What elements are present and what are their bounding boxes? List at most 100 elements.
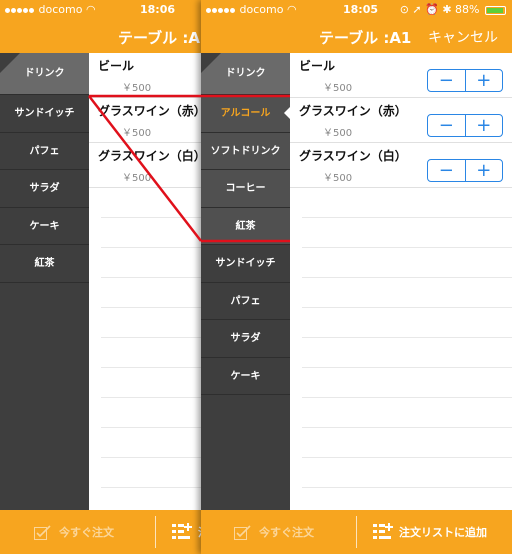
empty-row — [101, 278, 201, 308]
empty-row — [101, 428, 201, 458]
empty-row — [302, 308, 512, 338]
sidebar-item-cake[interactable]: ケーキ — [201, 358, 290, 395]
order-now-button[interactable]: 今すぐ注文 — [34, 510, 114, 554]
empty-row — [101, 458, 201, 488]
cancel-button[interactable]: キャンセル — [428, 27, 498, 47]
increment-button[interactable]: + — [466, 160, 503, 181]
status-bar: docomo ◠ 18:05 ⊙ ➚ ⏰ ✱ 88% — [201, 0, 512, 20]
sidebar-item-drink[interactable]: ドリンク — [0, 53, 89, 95]
nav-bar: テーブル :A1 — [0, 20, 201, 53]
list-item[interactable]: ビール ￥500 − + — [290, 53, 512, 98]
sidebar-item-label: ドリンク — [225, 68, 266, 79]
list-item[interactable]: グラスワイン（白） ￥500 − + — [290, 143, 512, 188]
left-screen: docomo ◠ 18:06 テーブル :A1 ドリンク サンドイッチ パフェ … — [0, 0, 201, 554]
checkbox-icon — [234, 524, 251, 540]
toolbar-divider — [155, 516, 156, 548]
carrier: docomo ◠ — [5, 3, 96, 16]
sidebar-item-label: パフェ — [29, 145, 60, 157]
increment-button[interactable]: + — [466, 115, 503, 136]
empty-row — [302, 248, 512, 278]
menu-item-list: ビール ￥500 − + グラスワイン（赤） ￥500 − + グラスワイン（白… — [290, 53, 512, 510]
carrier-label: docomo — [38, 3, 83, 16]
empty-row — [101, 368, 201, 398]
item-name: グラスワイン（赤） — [299, 104, 407, 118]
sidebar-item-label: 紅茶 — [34, 258, 55, 269]
bluetooth-icon: ✱ — [442, 3, 452, 16]
add-to-list-label: 注文リストに追加 — [399, 526, 487, 539]
sidebar-item-label: ドリンク — [24, 68, 65, 79]
toolbar-divider — [356, 516, 357, 548]
sidebar-item-soft-drink[interactable]: ソフトドリンク — [201, 132, 290, 170]
wifi-icon: ◠ — [85, 3, 96, 16]
sidebar-item-salad[interactable]: サラダ — [201, 320, 290, 358]
item-name: グラスワイン（赤） — [98, 104, 201, 118]
quantity-stepper: − + — [427, 114, 503, 137]
sidebar-item-label: サラダ — [29, 183, 60, 194]
sidebar-item-label: サラダ — [230, 333, 261, 344]
fold-corner — [201, 53, 221, 73]
sidebar-item-label: サンドイッチ — [215, 258, 276, 269]
item-name: グラスワイン（白） — [98, 149, 201, 163]
sidebar-item-salad[interactable]: サラダ — [0, 170, 89, 208]
item-price: ￥500 — [323, 128, 353, 139]
sidebar-item-sandwich[interactable]: サンドイッチ — [0, 95, 89, 133]
nav-bar: テーブル :A1 キャンセル — [201, 20, 512, 53]
sidebar-item-label: ソフトドリンク — [210, 145, 281, 157]
quantity-stepper: − + — [427, 159, 503, 182]
quantity-stepper: − + — [427, 69, 503, 92]
fold-corner — [0, 53, 20, 73]
bottom-toolbar: 今すぐ注文 注 — [0, 510, 201, 554]
sidebar-item-drink[interactable]: ドリンク — [201, 53, 290, 95]
order-now-button[interactable]: 今すぐ注文 — [234, 510, 314, 554]
page-title: テーブル :A1 — [319, 29, 412, 47]
sidebar-item-tea[interactable]: 紅茶 — [201, 207, 290, 245]
sidebar-item-coffee[interactable]: コーヒー — [201, 170, 290, 208]
decrement-button[interactable]: − — [428, 115, 466, 136]
order-now-label: 今すぐ注文 — [259, 526, 314, 539]
sidebar-item-parfait[interactable]: パフェ — [0, 133, 89, 170]
item-price: ￥500 — [122, 83, 152, 94]
sidebar-item-label: 紅茶 — [235, 220, 256, 232]
empty-row — [101, 338, 201, 368]
sidebar-item-label: パフェ — [230, 295, 261, 307]
empty-row — [302, 398, 512, 428]
decrement-button[interactable]: − — [428, 70, 466, 91]
clock: 18:05 — [343, 3, 379, 16]
add-to-list-button[interactable]: 注文リストに追加 — [373, 510, 487, 554]
category-sidebar: ドリンク アルコール ソフトドリンク コーヒー 紅茶 サンドイッチ パフェ サラ… — [201, 53, 290, 510]
page-title: テーブル :A1 — [118, 29, 201, 47]
empty-row — [302, 458, 512, 488]
carrier-label: docomo — [239, 3, 284, 16]
item-name: ビール — [98, 59, 135, 73]
list-item[interactable]: ビール ￥500 — [89, 53, 201, 98]
empty-row — [101, 398, 201, 428]
empty-row — [101, 308, 201, 338]
empty-row — [302, 338, 512, 368]
sidebar-item-parfait[interactable]: パフェ — [201, 283, 290, 320]
item-price: ￥500 — [122, 173, 152, 184]
item-price: ￥500 — [323, 83, 353, 94]
list-item[interactable]: グラスワイン（赤） ￥500 — [89, 98, 201, 143]
add-list-icon — [172, 523, 192, 539]
add-to-list-button[interactable]: 注 — [172, 510, 201, 554]
list-item[interactable]: グラスワイン（赤） ￥500 − + — [290, 98, 512, 143]
sidebar-item-cake[interactable]: ケーキ — [0, 208, 89, 245]
right-screen: docomo ◠ 18:05 ⊙ ➚ ⏰ ✱ 88% テーブル :A1 キャンセ… — [201, 0, 512, 554]
sidebar-item-alcohol[interactable]: アルコール — [201, 95, 290, 133]
decrement-button[interactable]: − — [428, 160, 466, 181]
order-now-label: 今すぐ注文 — [59, 526, 114, 539]
sidebar-item-sandwich[interactable]: サンドイッチ — [201, 245, 290, 283]
sidebar-item-label: サンドイッチ — [14, 108, 75, 119]
carrier: docomo ◠ — [206, 3, 297, 16]
item-price: ￥500 — [122, 128, 152, 139]
empty-row — [302, 368, 512, 398]
wifi-icon: ◠ — [286, 3, 297, 16]
increment-button[interactable]: + — [466, 70, 503, 91]
add-list-icon — [373, 523, 393, 539]
empty-row — [302, 218, 512, 248]
item-price: ￥500 — [323, 173, 353, 184]
sidebar-item-tea[interactable]: 紅茶 — [0, 245, 89, 283]
list-item[interactable]: グラスワイン（白） ￥500 — [89, 143, 201, 188]
bottom-toolbar: 今すぐ注文 注文リストに追加 — [201, 510, 512, 554]
empty-row — [302, 428, 512, 458]
